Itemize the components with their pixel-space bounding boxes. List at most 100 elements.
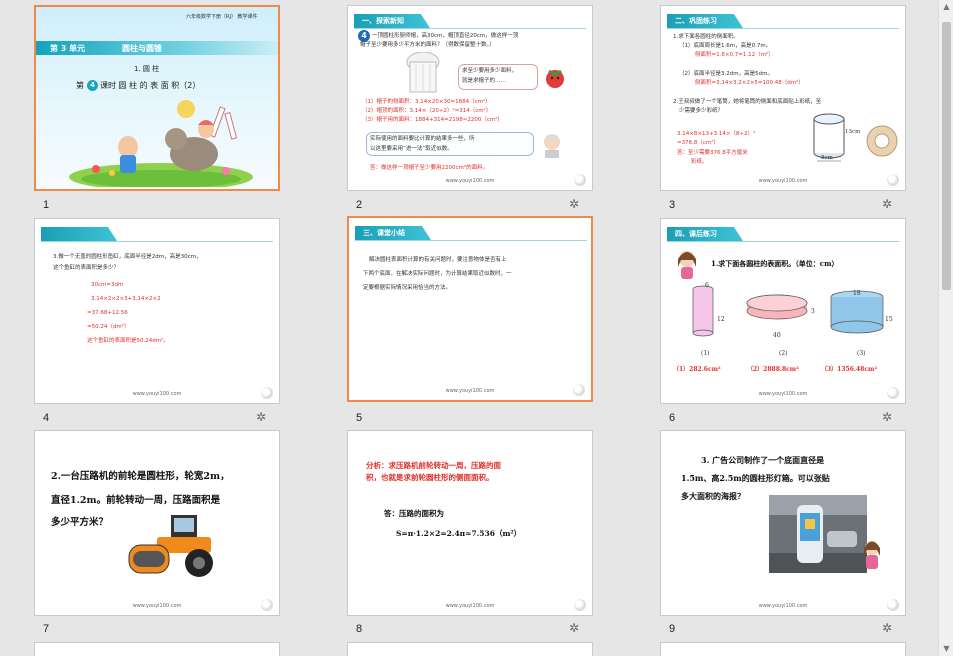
cartoon-illustration bbox=[69, 100, 253, 187]
unit-label: 第 3 单元 bbox=[50, 44, 86, 53]
footer-url: www.youyi100.com bbox=[132, 391, 182, 397]
slide-thumbnail-1[interactable]: 六年级数学下册（RJ） 教学课件 第 3 单元 圆柱与圆锥 1. 圆 柱 第 4… bbox=[34, 5, 280, 191]
lesson-prefix: 第 bbox=[76, 81, 84, 90]
chef-hat-image bbox=[406, 52, 440, 93]
unit-title: 圆柱与圆锥 bbox=[122, 44, 162, 53]
solution-line-2: 3.14×2×2×3+3.14×2×2 bbox=[91, 296, 161, 302]
footer-url: www.youyi100.com bbox=[445, 603, 495, 609]
figure-label-3: (3) bbox=[857, 350, 866, 357]
slide-thumbnail-6[interactable]: 四、课后练习 1.求下面各圆柱的表面积。（单位：cm） 6 12 3 40 18… bbox=[660, 218, 906, 404]
scroll-up-arrow-icon[interactable]: ▲ bbox=[939, 0, 953, 14]
cyl2-side-label: 3 bbox=[811, 308, 815, 315]
slide-number-1: 1 bbox=[43, 199, 50, 211]
lesson-number-badge: 4 bbox=[87, 80, 98, 91]
animation-star-icon[interactable]: ✲ bbox=[882, 197, 892, 211]
corner-decoration bbox=[574, 599, 586, 611]
section-title: 1. 圆 柱 bbox=[134, 65, 160, 73]
cyl1-top-label: 6 bbox=[705, 282, 709, 289]
question-1: 1.求下面各圆柱的侧面积。 bbox=[673, 34, 739, 40]
scrollbar-thumb[interactable] bbox=[942, 22, 951, 290]
slide-thumbnail-3[interactable]: 二、巩固练习 1.求下面各圆柱的侧面积。 （1）底面周长是1.6m，高是0.7m… bbox=[660, 5, 906, 191]
slide-number-3: 3 bbox=[669, 199, 676, 211]
corner-decoration bbox=[574, 174, 586, 186]
footer-url: www.youyi100.com bbox=[132, 603, 182, 609]
slide-number-7: 7 bbox=[43, 623, 50, 635]
slide-thumbnail-4[interactable]: 3.做一个无盖的圆柱形鱼缸，底面半径是2dm，高是30cm， 这个鱼缸的表面积是… bbox=[34, 218, 280, 404]
problem-text-2: 帽子至少要用多少平方米的面料？（得数保留整十数。） bbox=[360, 42, 495, 48]
bubble-line-2: 就是求帽子的…… bbox=[462, 78, 507, 84]
slide-number-8: 8 bbox=[356, 623, 363, 635]
header-divider bbox=[41, 241, 273, 242]
answer-step-1: （1）帽子的侧面积：3.14×20×30=1884（cm²） bbox=[362, 99, 491, 105]
answer-line-2: 彩纸。 bbox=[691, 159, 708, 165]
note-line-2: 以这里要采用“进一法”取近似数。 bbox=[370, 146, 453, 152]
section-header bbox=[41, 227, 117, 241]
lightbox-photo bbox=[769, 495, 867, 573]
question-line-1: 2.一台压路机的前轮是圆柱形，轮宽2m， bbox=[51, 471, 230, 482]
question-line-1: 3. 广告公司制作了一个底面直径是 bbox=[701, 455, 825, 465]
answer-3: （3）1356.48cm² bbox=[821, 366, 877, 373]
corner-decoration bbox=[573, 384, 585, 396]
animation-star-icon[interactable]: ✲ bbox=[569, 621, 579, 635]
vertical-scrollbar[interactable]: ▲ ▼ bbox=[938, 0, 953, 656]
footer-url: www.youyi100.com bbox=[445, 388, 495, 394]
tape-roll-image bbox=[866, 125, 898, 157]
header-divider bbox=[667, 241, 899, 242]
corner-decoration bbox=[261, 599, 273, 611]
note-line-1: 实际使用的面料要比计算的结果多一些，所 bbox=[370, 136, 475, 142]
slide-thumbnail-10[interactable] bbox=[34, 642, 280, 656]
footer-url: www.youyi100.com bbox=[758, 391, 808, 397]
answer-1b: 侧面积=3.14×3.2×2×5=100.48（dm²） bbox=[695, 80, 804, 86]
question-2b: 少需要多少彩纸？ bbox=[679, 108, 724, 114]
header-divider bbox=[354, 28, 586, 29]
bubble-line-1: 求至少要用多少面料， bbox=[462, 68, 518, 74]
answer-2: （2）2888.8cm² bbox=[747, 366, 799, 373]
slide-number-6: 6 bbox=[669, 412, 676, 424]
problem-text: 一顶圆柱形厨师帽，高30cm，帽顶直径20cm，做这样一顶 bbox=[372, 33, 519, 39]
solution-line-4: =50.24（dm²） bbox=[87, 324, 130, 330]
teacher-character-icon bbox=[544, 134, 560, 158]
slide-thumbnail-5[interactable]: 三、课堂小结 解决圆柱表面积计算的有关问题时，要注意物体是否有上 下两个底面，在… bbox=[347, 216, 593, 402]
question-line-3: 多少平方米？ bbox=[51, 517, 109, 528]
slide-thumbnail-8[interactable]: 分析：求压路机前轮转动一周，压路的面 积，也就是求前轮圆柱形的侧面面积。 答：压… bbox=[347, 430, 593, 616]
question-2: 2.王叔叔做了一个笔筒，她将笔筒的侧面和底面贴上彩纸，至 bbox=[673, 99, 822, 105]
question-1a: （1）底面周长是1.6m，高是0.7m。 bbox=[679, 43, 772, 49]
solution-line-5: 这个鱼缸的表面积是50.24dm²。 bbox=[87, 338, 169, 344]
figure-label-2: (2) bbox=[779, 350, 788, 357]
animation-star-icon[interactable]: ✲ bbox=[882, 621, 892, 635]
cyl3-top-label: 18 bbox=[853, 290, 861, 297]
slide-number-4: 4 bbox=[43, 412, 50, 424]
answer-step-2: （2）帽顶的面积：3.14×（20÷2）²=314（cm²） bbox=[362, 108, 492, 114]
pen-holder-diagram bbox=[813, 113, 845, 162]
question-line-2: 1.5m、高2.5m的圆柱形灯箱。可以张贴 bbox=[681, 473, 830, 483]
question-1b: （2）底面半径是3.2dm，高是5dm。 bbox=[679, 71, 773, 77]
cyl2-bottom-label: 40 bbox=[773, 332, 781, 339]
question-line-2: 直径1.2m。前轮转动一周，压路面积是 bbox=[51, 495, 221, 506]
answer-1a: 侧面积=1.6×0.7=1.12（m²） bbox=[695, 52, 774, 58]
slide-sorter-view[interactable]: 六年级数学下册（RJ） 教学课件 第 3 单元 圆柱与圆锥 1. 圆 柱 第 4… bbox=[0, 0, 938, 656]
analysis-line-2: 积，也就是求前轮圆柱形的侧面面积。 bbox=[366, 473, 494, 482]
scroll-down-arrow-icon[interactable]: ▼ bbox=[939, 642, 953, 656]
footer-url: www.youyi100.com bbox=[758, 603, 808, 609]
solution-line-1: 30cm=3dm bbox=[91, 282, 124, 288]
slide-thumbnail-11[interactable] bbox=[347, 642, 593, 656]
animation-star-icon[interactable]: ✲ bbox=[256, 410, 266, 424]
strawberry-character-icon bbox=[546, 69, 564, 88]
answer-line-1: 答：至少需要376.8平方厘米 bbox=[677, 150, 748, 156]
calc-line-2: =376.8（cm²） bbox=[677, 140, 719, 146]
header-divider bbox=[355, 240, 587, 241]
slide-thumbnail-9[interactable]: 3. 广告公司制作了一个底面直径是 1.5m、高2.5m的圆柱形灯箱。可以张贴 … bbox=[660, 430, 906, 616]
slide-number-5: 5 bbox=[356, 412, 363, 424]
dimension-height: 13cm bbox=[845, 129, 861, 135]
slide-thumbnail-12[interactable] bbox=[660, 642, 906, 656]
final-answer: 答：做这样一顶帽子至少要用2200cm²的面料。 bbox=[370, 165, 489, 171]
question-text: 1.求下面各圆柱的表面积。（单位：cm） bbox=[711, 259, 839, 268]
formula: S=π·1.2×2=2.4π≈7.536（m²） bbox=[396, 529, 522, 538]
animation-star-icon[interactable]: ✲ bbox=[569, 197, 579, 211]
slide-number-9: 9 bbox=[669, 623, 676, 635]
animation-star-icon[interactable]: ✲ bbox=[882, 410, 892, 424]
slide-thumbnail-2[interactable]: 一、探索新知 4 一顶圆柱形厨师帽，高30cm，帽顶直径20cm，做这样一顶 帽… bbox=[347, 5, 593, 191]
corner-decoration bbox=[887, 174, 899, 186]
slide-thumbnail-7[interactable]: 2.一台压路机的前轮是圆柱形，轮宽2m， 直径1.2m。前轮转动一周，压路面积是… bbox=[34, 430, 280, 616]
question-line-3: 多大面积的海报？ bbox=[681, 491, 745, 501]
